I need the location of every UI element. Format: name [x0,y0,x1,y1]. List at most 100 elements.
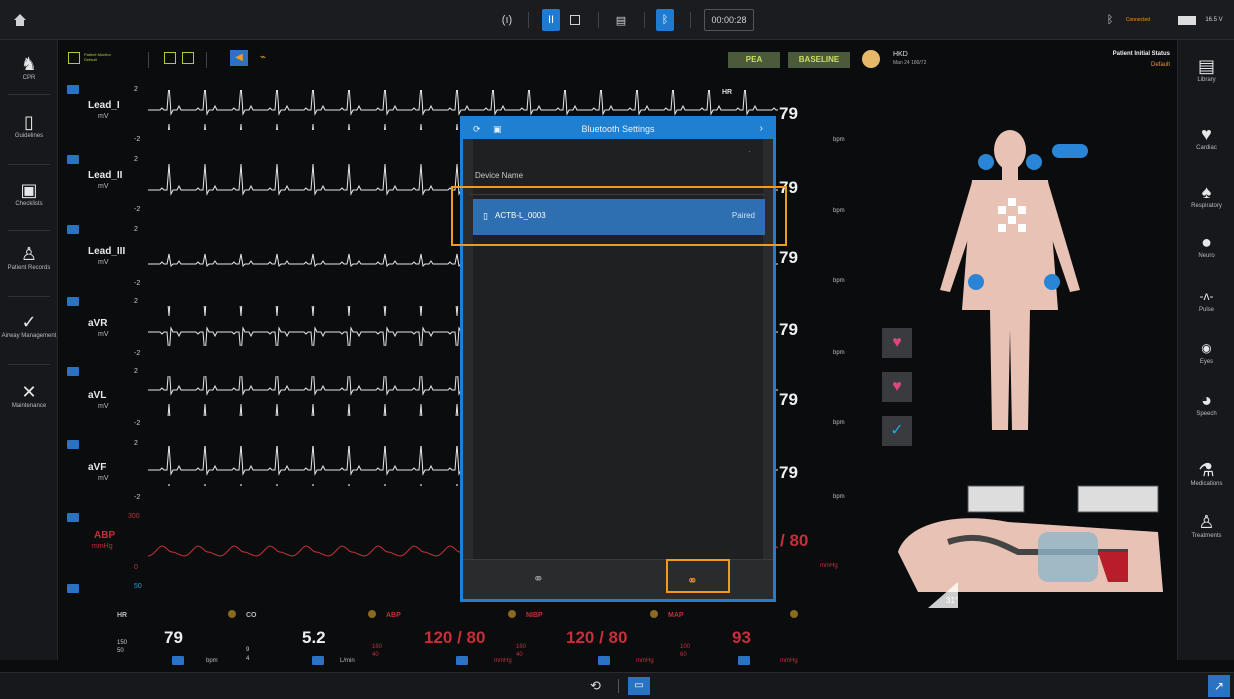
abp-scale-bottom: 0 [134,564,138,571]
app-window: (ı) II ▤ ᛒ 00:00:28 ᛒ Connected 16.5 V ♞… [0,0,1234,699]
expand-icon[interactable]: ↗ [1208,675,1230,697]
airway-diagram [898,485,1163,608]
sidebar-item-cpr[interactable]: ♞ CPR [0,54,58,82]
map-value: 93 [732,628,751,647]
home-icon[interactable] [12,9,28,31]
lead-unit: mV [98,113,109,120]
nibp-low: 40 [516,652,523,658]
scale-bottom: -2 [134,494,141,501]
battery-voltage: 16.5 V [1205,17,1223,23]
cardiac-icon: ♥ [1201,124,1212,144]
dialog-title-bar: ⟳ ▣ Bluetooth Settings › [463,119,773,139]
pulse-point-icon [978,154,994,170]
close-icon[interactable]: › [760,119,763,139]
patient-records-icon: ♙ [20,244,38,264]
alarm-icon[interactable]: ⌁ [260,52,266,63]
spo2-settings-icon[interactable] [67,584,79,593]
abp-num-settings-icon[interactable] [456,656,468,665]
pause-button[interactable]: II [542,9,560,31]
alarm-dot-icon [508,610,516,618]
pulse-icon: -ᴧ- [1199,289,1214,303]
hr-value: 79 [164,628,183,647]
layout-icon[interactable] [68,52,80,64]
session-timer: 00:00:28 [704,9,754,31]
initial-status-value[interactable]: Default [1060,62,1170,68]
hr-settings-icon[interactable] [172,656,184,665]
lead-hr-value: 79 [779,320,798,339]
sidebar-item-treatments[interactable]: ♙ Treatments [1178,512,1234,540]
abp-value: / 80 [780,531,809,550]
lead-settings-icon[interactable] [67,85,79,94]
hr-high: 150 [117,640,128,646]
co-label: CO [246,612,257,619]
grid-icon[interactable] [164,52,176,64]
scale-top: 2 [134,440,138,447]
abp-high: 160 [372,644,383,650]
scale-top: 2 [134,368,138,375]
battery-icon [1176,9,1198,31]
sidebar-item-neuro[interactable]: ● Neuro [1178,232,1234,260]
sidebar-item-speech[interactable]: ◕ Speech [1178,390,1234,418]
lead-hr-value: 79 [779,104,798,123]
baseline-button[interactable]: BASELINE [788,52,850,68]
signal-icon[interactable]: (ı) [497,9,517,31]
map-settings-icon[interactable] [738,656,750,665]
alarm-dot-icon [368,610,376,618]
airway-icon: ✓ [21,312,37,332]
lead-hr-value: 79 [779,390,798,409]
pacing-icon[interactable]: ♥ [882,372,912,402]
pea-button[interactable]: PEA [728,52,780,68]
defib-icon[interactable]: ♥ [882,328,912,358]
pulse-point-icon [968,274,984,290]
lead-settings-icon[interactable] [67,225,79,234]
refresh-icon[interactable]: ⟳ [473,119,481,139]
guidelines-icon: ▯ [24,112,34,132]
nibp-settings-icon[interactable] [598,656,610,665]
sidebar-item-cardiac[interactable]: ♥ Cardiac [1178,124,1234,152]
lead-settings-icon[interactable] [67,155,79,164]
stop-button[interactable] [566,9,584,31]
scale-bottom: -2 [134,420,141,427]
sidebar-item-medications[interactable]: ⚗ Medications [1178,460,1234,488]
lead-settings-icon[interactable] [67,440,79,449]
mute-button[interactable]: ◀ [230,50,248,66]
sidebar-item-respiratory[interactable]: ♠ Respiratory [1178,182,1234,210]
history-icon[interactable]: ⟲ [590,678,601,694]
chat-icon[interactable]: ▭ [628,677,650,695]
scroll-indicator: · [748,147,751,156]
bluetooth-button[interactable]: ᛒ [656,9,674,31]
sidebar-item-patient-records[interactable]: ♙ Patient Records [0,244,58,272]
co-unit: L/min [340,658,355,664]
scale-top: 2 [134,156,138,163]
map-low: 60 [680,652,687,658]
library-icon: ▤ [1197,56,1215,76]
map-high: 100 [680,644,691,650]
abp-unit: mmHg [92,543,113,550]
sidebar-item-guidelines[interactable]: ▯ Guidelines [0,112,58,140]
sidebar-item-checklists[interactable]: ▣ Checklists [0,180,58,208]
nibp-unit: mmHg [636,658,654,664]
lead-name: aVL [88,390,107,401]
lead-settings-icon[interactable] [67,367,79,376]
laryngoscope-icon[interactable]: ✓ [882,416,912,446]
sidebar-item-library[interactable]: ▤ Library [1178,56,1234,84]
alarm-dot-icon [228,610,236,618]
eeg-icon[interactable] [182,52,194,64]
save-icon[interactable]: ▤ [612,9,630,31]
co-settings-icon[interactable] [312,656,324,665]
lead-unit: mV [98,403,109,410]
sidebar-item-pulse[interactable]: -ᴧ- Pulse [1178,286,1234,314]
treatments-icon: ♙ [1198,512,1215,532]
map-label: MAP [668,612,684,619]
unpair-icon[interactable]: ⚭ [533,571,544,587]
sidebar-item-airway[interactable]: ✓ Airway Management [0,312,58,340]
sidebar-item-maintenance[interactable]: ✕ Maintenance [0,382,58,410]
sidebar-item-eyes[interactable]: ◉ Eyes [1178,338,1234,366]
avatar[interactable] [862,50,880,68]
abp-value-unit: mmHg [820,563,838,569]
pulse-point-icon [1026,154,1042,170]
abp-settings-icon[interactable] [67,513,79,522]
medications-icon: ⚗ [1198,460,1215,480]
lead-settings-icon[interactable] [67,297,79,306]
settings-icon[interactable]: ▣ [493,119,502,139]
